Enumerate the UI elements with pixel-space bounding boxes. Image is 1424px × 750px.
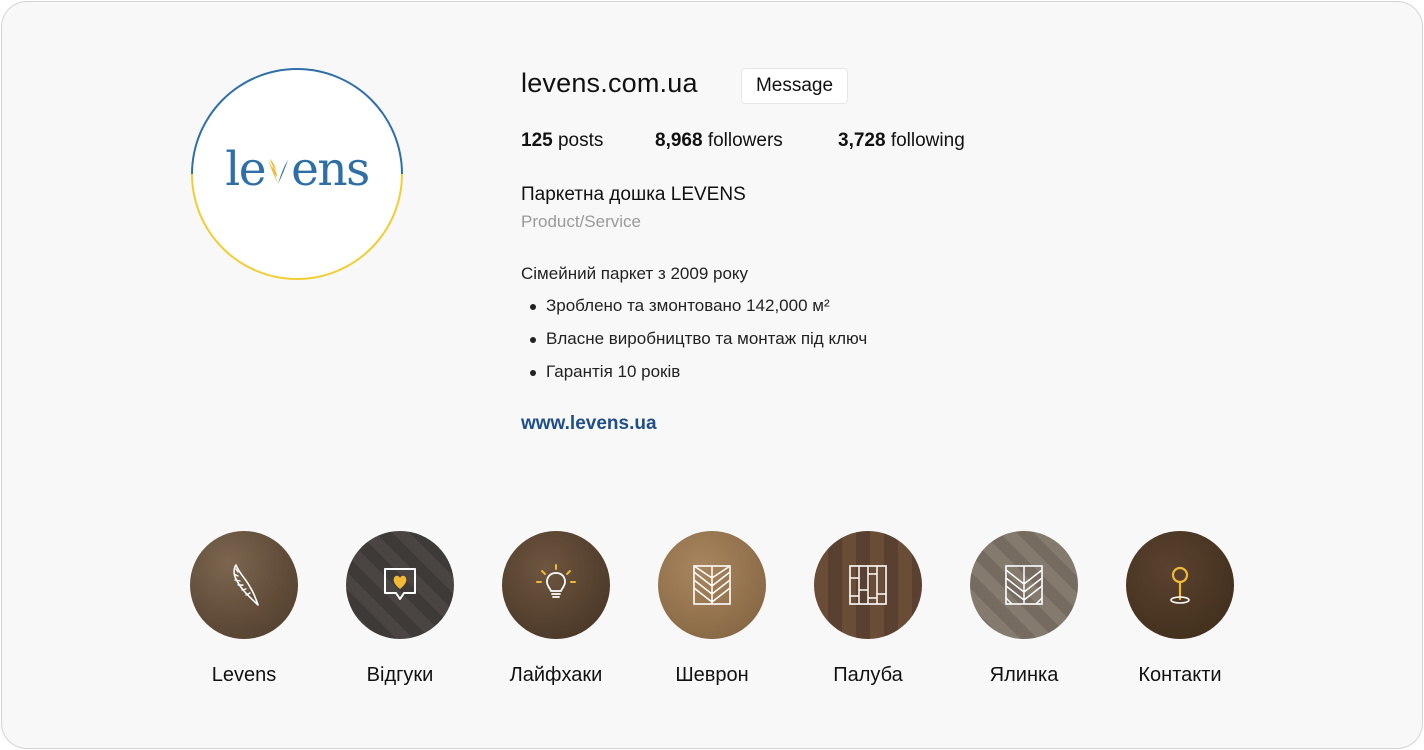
highlight-deck[interactable]: Палуба — [788, 531, 948, 687]
highlight-cover — [814, 531, 922, 639]
highlight-herringbone[interactable]: Ялинка — [944, 531, 1104, 687]
highlight-cover — [346, 531, 454, 639]
following-count: 3,728 — [838, 130, 886, 151]
deck-pattern-icon — [849, 565, 887, 605]
profile-username: levens.com.ua — [521, 68, 698, 98]
highlight-label: Ялинка — [989, 664, 1059, 686]
highlight-cover — [1126, 531, 1234, 639]
bullet-dot-icon — [530, 304, 536, 310]
profile-card: le ens levens.com.ua Message 125 posts 8… — [1, 1, 1423, 749]
avatar-logo-background: le ens — [193, 70, 401, 278]
bio-bullet-list: Зроблено та змонтовано 142,000 м² Власне… — [527, 296, 867, 395]
followers-label: followers — [707, 130, 783, 151]
highlight-levens[interactable]: Levens — [164, 531, 324, 687]
bullet-dot-icon — [530, 370, 536, 376]
followers-count: 8,968 — [655, 130, 703, 151]
highlight-label: Контакти — [1138, 664, 1222, 686]
message-button[interactable]: Message — [741, 68, 848, 104]
highlight-label: Levens — [211, 664, 277, 686]
website-link[interactable]: www.levens.ua — [521, 413, 657, 435]
posts-count: 125 — [521, 130, 553, 151]
stat-following[interactable]: 3,728 following — [838, 130, 965, 152]
logo-text-prefix: le — [225, 141, 266, 197]
brand-logo: le ens — [225, 141, 370, 197]
leaf-icon — [233, 564, 259, 606]
following-label: following — [890, 130, 965, 151]
lightbulb-icon — [536, 564, 576, 598]
highlight-cover — [658, 531, 766, 639]
highlight-reviews[interactable]: Відгуки — [320, 531, 480, 687]
stat-posts[interactable]: 125 posts — [521, 130, 603, 152]
location-pin-icon — [1170, 566, 1190, 604]
logo-text-suffix: ens — [291, 141, 370, 197]
stat-followers[interactable]: 8,968 followers — [655, 130, 783, 152]
highlight-label: Шеврон — [675, 664, 749, 686]
highlight-cover — [190, 531, 298, 639]
bio-bullet: Власне виробництво та монтаж під ключ — [527, 329, 867, 362]
highlight-label: Відгуки — [366, 664, 434, 686]
profile-full-name: Паркетна дошка LEVENS — [521, 184, 746, 205]
highlight-label: Палуба — [833, 664, 903, 686]
highlight-cover — [502, 531, 610, 639]
bullet-dot-icon — [530, 337, 536, 343]
highlight-cover — [970, 531, 1078, 639]
profile-category: Product/Service — [521, 212, 641, 231]
highlight-lifehacks[interactable]: Лайфхаки — [476, 531, 636, 687]
herringbone-pattern-icon — [1005, 565, 1043, 605]
bio-intro: Сімейний паркет з 2009 року — [521, 264, 749, 283]
heart-message-icon — [384, 568, 416, 600]
chevron-pattern-icon — [693, 565, 731, 605]
profile-avatar[interactable]: le ens — [191, 68, 403, 280]
posts-label: posts — [557, 130, 604, 151]
bio-bullet: Зроблено та змонтовано 142,000 м² — [527, 296, 867, 329]
highlight-label: Лайфхаки — [509, 664, 603, 686]
logo-leaf-icon — [268, 158, 289, 184]
highlight-contacts[interactable]: Контакти — [1100, 531, 1260, 687]
highlight-chevron[interactable]: Шеврон — [632, 531, 792, 687]
bio-bullet: Гарантія 10 років — [527, 362, 867, 395]
